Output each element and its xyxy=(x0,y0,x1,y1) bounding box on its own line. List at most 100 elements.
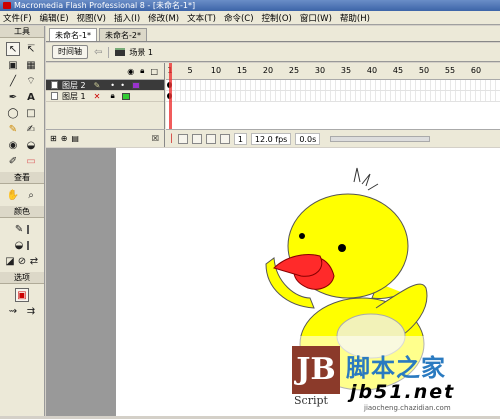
add-folder-icon[interactable]: ▤ xyxy=(71,134,79,143)
rectangle-tool-icon[interactable]: □ xyxy=(24,106,38,120)
flash-app-icon xyxy=(3,2,11,9)
stroke-color-swatch[interactable] xyxy=(27,224,30,234)
timeline-panel: ◉ 🔒︎ □ 图层 2 ✎ • • 图层 1 ✕ 🔒︎ ⊞ ⊕ ▤ ☒ 1 xyxy=(46,63,500,147)
menu-help[interactable]: 帮助(H) xyxy=(340,12,370,24)
ruler-tick: 50 xyxy=(418,66,430,75)
timeline-scrollbar[interactable] xyxy=(330,135,431,142)
onion-markers-icon[interactable] xyxy=(219,133,230,144)
watermark-script: Script xyxy=(294,394,328,407)
ruler-tick: 30 xyxy=(314,66,326,75)
tools-panel: 工具 ↖ ↸ ▣ ▦ ╱ ⌔ ✒ A ◯ □ ✎ ✍ ◉ ◒ ✐ ▭ 查看 ✋ … xyxy=(0,26,45,416)
lock-icon[interactable]: 🔒︎ xyxy=(140,66,144,76)
snap-to-objects-icon[interactable]: ▣ xyxy=(15,288,29,302)
lock-dot[interactable]: • xyxy=(118,81,128,90)
oval-tool-icon[interactable]: ◯ xyxy=(6,106,20,120)
tab-untitled-2[interactable]: 未命名-2* xyxy=(98,28,147,41)
center-frame-icon[interactable]: │ xyxy=(169,134,174,143)
lock-dot[interactable]: 🔒︎ xyxy=(108,91,118,101)
ink-bottle-tool-icon[interactable]: ◉ xyxy=(6,138,20,152)
watermark-logo: JB xyxy=(292,346,340,394)
playhead[interactable] xyxy=(169,63,172,129)
menu-control[interactable]: 控制(O) xyxy=(262,12,292,24)
onion-skin-icon[interactable] xyxy=(177,133,188,144)
stage-area: JB Script 脚本之家 jb51.net jiaocheng.chazid… xyxy=(46,148,500,416)
ruler-tick: 60 xyxy=(470,66,482,75)
menu-view[interactable]: 视图(V) xyxy=(77,12,106,24)
frame-row[interactable] xyxy=(166,91,500,102)
free-transform-tool-icon[interactable]: ▣ xyxy=(6,58,20,72)
selection-tool-icon[interactable]: ↖ xyxy=(6,42,20,56)
watermark-chinese: 脚本之家 xyxy=(346,354,446,382)
window-title: Macromedia Flash Professional 8 - [未命名-1… xyxy=(14,1,196,10)
paint-bucket-tool-icon[interactable]: ◒ xyxy=(24,138,38,152)
timeline-toggle-button[interactable]: 时间轴 xyxy=(52,45,88,59)
frame-row[interactable] xyxy=(166,80,500,91)
duck-hair xyxy=(353,167,379,191)
frame-rate: 12.0 fps xyxy=(250,132,292,145)
layers-panel: ◉ 🔒︎ □ 图层 2 ✎ • • 图层 1 ✕ 🔒︎ ⊞ ⊕ ▤ ☒ xyxy=(46,63,165,147)
eye-icon[interactable]: ◉ xyxy=(127,67,134,76)
ruler-tick: 35 xyxy=(340,66,352,75)
scene-breadcrumb[interactable]: 场景 1 xyxy=(108,46,153,58)
colors-header: 颜色 xyxy=(0,206,44,218)
duck-beak-top xyxy=(273,254,323,277)
ruler-tick: 20 xyxy=(262,66,274,75)
layer-row[interactable]: 图层 2 ✎ • • xyxy=(46,80,164,91)
visibility-dot[interactable]: • xyxy=(108,81,118,90)
layer-outline-color[interactable] xyxy=(131,81,140,89)
ruler-tick: 40 xyxy=(366,66,378,75)
layer-name: 图层 1 xyxy=(62,91,86,101)
eraser-tool-icon[interactable]: ▭ xyxy=(24,154,38,168)
add-guide-icon[interactable]: ⊕ xyxy=(61,134,68,143)
menu-window[interactable]: 窗口(W) xyxy=(300,12,332,24)
frame-ruler[interactable]: 1 5 10 15 20 25 30 35 40 45 50 55 60 xyxy=(166,63,500,80)
tab-untitled-1[interactable]: 未命名-1* xyxy=(49,28,97,41)
swap-colors-icon[interactable]: ⇄ xyxy=(28,254,40,268)
straighten-icon[interactable]: ⇉ xyxy=(24,304,38,318)
add-layer-icon[interactable]: ⊞ xyxy=(50,134,57,143)
brush-tool-icon[interactable]: ✍ xyxy=(24,122,38,136)
menu-bar: 文件(F) 编辑(E) 视图(V) 插入(I) 修改(M) 文本(T) 命令(C… xyxy=(0,11,500,25)
hand-tool-icon[interactable]: ✋ xyxy=(6,188,20,202)
layer-icon xyxy=(51,92,58,100)
trash-icon[interactable]: ☒ xyxy=(152,134,159,143)
menu-text[interactable]: 文本(T) xyxy=(187,12,216,24)
layer-row[interactable]: 图层 1 ✕ 🔒︎ xyxy=(46,91,164,102)
menu-insert[interactable]: 插入(I) xyxy=(114,12,140,24)
line-tool-icon[interactable]: ╱ xyxy=(6,74,20,88)
menu-commands[interactable]: 命令(C) xyxy=(224,12,254,24)
layer-header: ◉ 🔒︎ □ xyxy=(46,63,164,80)
document-tabs: 未命名-1* 未命名-2* xyxy=(46,26,500,42)
watermark-site: jb51.net xyxy=(350,381,456,403)
fill-color-control[interactable]: ◒ xyxy=(15,238,30,252)
edit-multiple-icon[interactable] xyxy=(205,133,216,144)
current-frame: 1 xyxy=(233,132,247,145)
lasso-tool-icon[interactable]: ⌔ xyxy=(24,74,38,88)
pen-tool-icon[interactable]: ✒ xyxy=(6,90,20,104)
outline-icon[interactable]: □ xyxy=(150,67,158,76)
title-bar: Macromedia Flash Professional 8 - [未命名-1… xyxy=(0,0,500,11)
back-arrow-icon[interactable]: ⇦ xyxy=(94,47,102,58)
options-header: 选项 xyxy=(0,272,44,284)
elapsed-time: 0.0s xyxy=(295,132,321,145)
fill-color-swatch[interactable] xyxy=(27,240,30,250)
eyedropper-tool-icon[interactable]: ✐ xyxy=(6,154,20,168)
hidden-x-icon[interactable]: ✕ xyxy=(94,92,108,101)
gradient-transform-tool-icon[interactable]: ▦ xyxy=(24,58,38,72)
onion-outline-icon[interactable] xyxy=(191,133,202,144)
menu-file[interactable]: 文件(F) xyxy=(3,12,32,24)
menu-modify[interactable]: 修改(M) xyxy=(148,12,179,24)
watermark: JB Script 脚本之家 jb51.net jiaocheng.chazid… xyxy=(286,336,500,416)
stroke-color-control[interactable]: ✎ xyxy=(15,222,30,236)
black-white-icon[interactable]: ◪ xyxy=(4,254,16,268)
layer-outline-color[interactable] xyxy=(121,92,130,100)
menu-edit[interactable]: 编辑(E) xyxy=(40,12,69,24)
timeline-status-bar: │ 1 12.0 fps 0.0s xyxy=(166,129,500,147)
text-tool-icon[interactable]: A xyxy=(24,90,38,104)
subselection-tool-icon[interactable]: ↸ xyxy=(24,42,38,56)
pencil-tool-icon[interactable]: ✎ xyxy=(6,122,20,136)
zoom-tool-icon[interactable]: ⌕ xyxy=(24,188,38,202)
smooth-icon[interactable]: ⇝ xyxy=(6,304,20,318)
no-color-icon[interactable]: ⊘ xyxy=(16,254,28,268)
stage-canvas[interactable]: JB Script 脚本之家 jb51.net jiaocheng.chazid… xyxy=(116,148,500,416)
